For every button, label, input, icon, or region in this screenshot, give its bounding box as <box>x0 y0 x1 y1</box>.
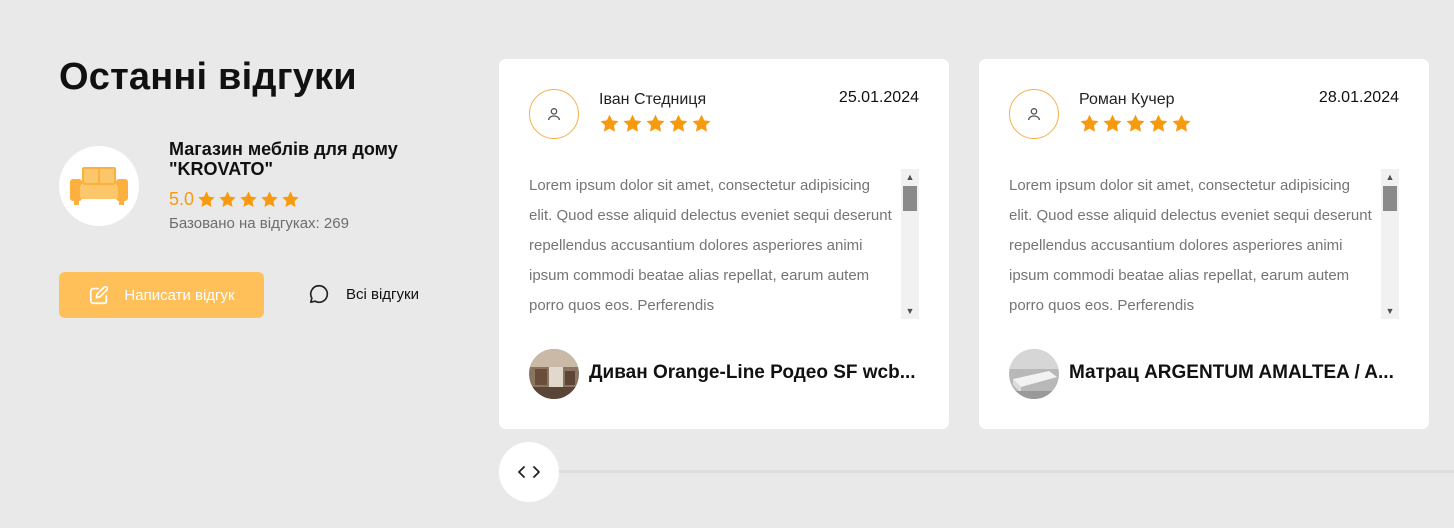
store-rating: 5.0 <box>169 189 300 210</box>
review-text: Lorem ipsum dolor sit amet, consectetur … <box>1009 177 1372 314</box>
star-icon <box>1102 113 1123 134</box>
review-date: 25.01.2024 <box>838 89 919 106</box>
star-icon <box>281 190 300 209</box>
scroll-up-arrow-icon[interactable]: ▲ <box>901 169 919 185</box>
review-text: Lorem ipsum dolor sit amet, consectetur … <box>529 177 892 314</box>
write-review-button[interactable]: Написати відгук <box>59 272 264 318</box>
review-date: 28.01.2024 <box>1318 89 1399 106</box>
slider-nav-button[interactable] <box>499 442 559 502</box>
store-review-count: Базовано на відгуках: 269 <box>169 215 349 232</box>
star-icon <box>218 190 237 209</box>
scroll-up-arrow-icon[interactable]: ▲ <box>1381 169 1399 185</box>
review-card: Іван Стедниця 25.01.2024 Lorem ipsum dol… <box>499 59 949 429</box>
scroll-down-arrow-icon[interactable]: ▼ <box>1381 303 1399 319</box>
review-scrollbar[interactable]: ▲ ▼ <box>1381 169 1399 319</box>
star-icon <box>691 113 712 134</box>
star-icon <box>1125 113 1146 134</box>
slider-track[interactable] <box>540 470 1454 473</box>
scroll-thumb[interactable] <box>1383 186 1397 211</box>
star-icon <box>1148 113 1169 134</box>
scroll-down-arrow-icon[interactable]: ▼ <box>901 303 919 319</box>
review-author: Роман Кучер <box>1079 91 1175 108</box>
star-icon <box>260 190 279 209</box>
star-icon <box>599 113 620 134</box>
review-card: Роман Кучер 28.01.2024 Lorem ipsum dolor… <box>979 59 1429 429</box>
all-reviews-link[interactable]: Всі відгуки <box>308 283 419 305</box>
avatar <box>529 89 579 139</box>
store-name: Магазин меблів для дому "KROVATO" <box>169 139 398 179</box>
scroll-thumb[interactable] <box>903 186 917 211</box>
star-icon <box>1171 113 1192 134</box>
user-icon <box>548 108 560 121</box>
product-thumbnail[interactable] <box>1009 349 1059 399</box>
store-stars <box>197 190 300 209</box>
review-stars <box>599 113 712 134</box>
chevron-left-right-icon <box>518 466 540 478</box>
star-icon <box>197 190 216 209</box>
star-icon <box>622 113 643 134</box>
star-icon <box>668 113 689 134</box>
review-scrollbar[interactable]: ▲ ▼ <box>901 169 919 319</box>
section-title: Останні відгуки <box>59 56 357 98</box>
review-stars <box>1079 113 1192 134</box>
edit-icon <box>90 285 109 305</box>
product-name[interactable]: Диван Orange-Line Родео SF wcb... <box>589 362 919 384</box>
product-thumbnail[interactable] <box>529 349 579 399</box>
sofa-icon <box>70 167 128 205</box>
store-score: 5.0 <box>169 189 195 209</box>
avatar <box>1009 89 1059 139</box>
write-review-label: Написати відгук <box>124 286 235 304</box>
user-icon <box>1028 108 1040 121</box>
star-icon <box>1079 113 1100 134</box>
star-icon <box>239 190 258 209</box>
product-name[interactable]: Матрац ARGENTUM AMALTEA / A... <box>1069 362 1399 384</box>
star-icon <box>645 113 666 134</box>
chat-bubble-icon <box>309 284 329 304</box>
review-author: Іван Стедниця <box>599 91 707 108</box>
store-logo <box>59 146 139 226</box>
all-reviews-label: Всі відгуки <box>346 285 419 303</box>
